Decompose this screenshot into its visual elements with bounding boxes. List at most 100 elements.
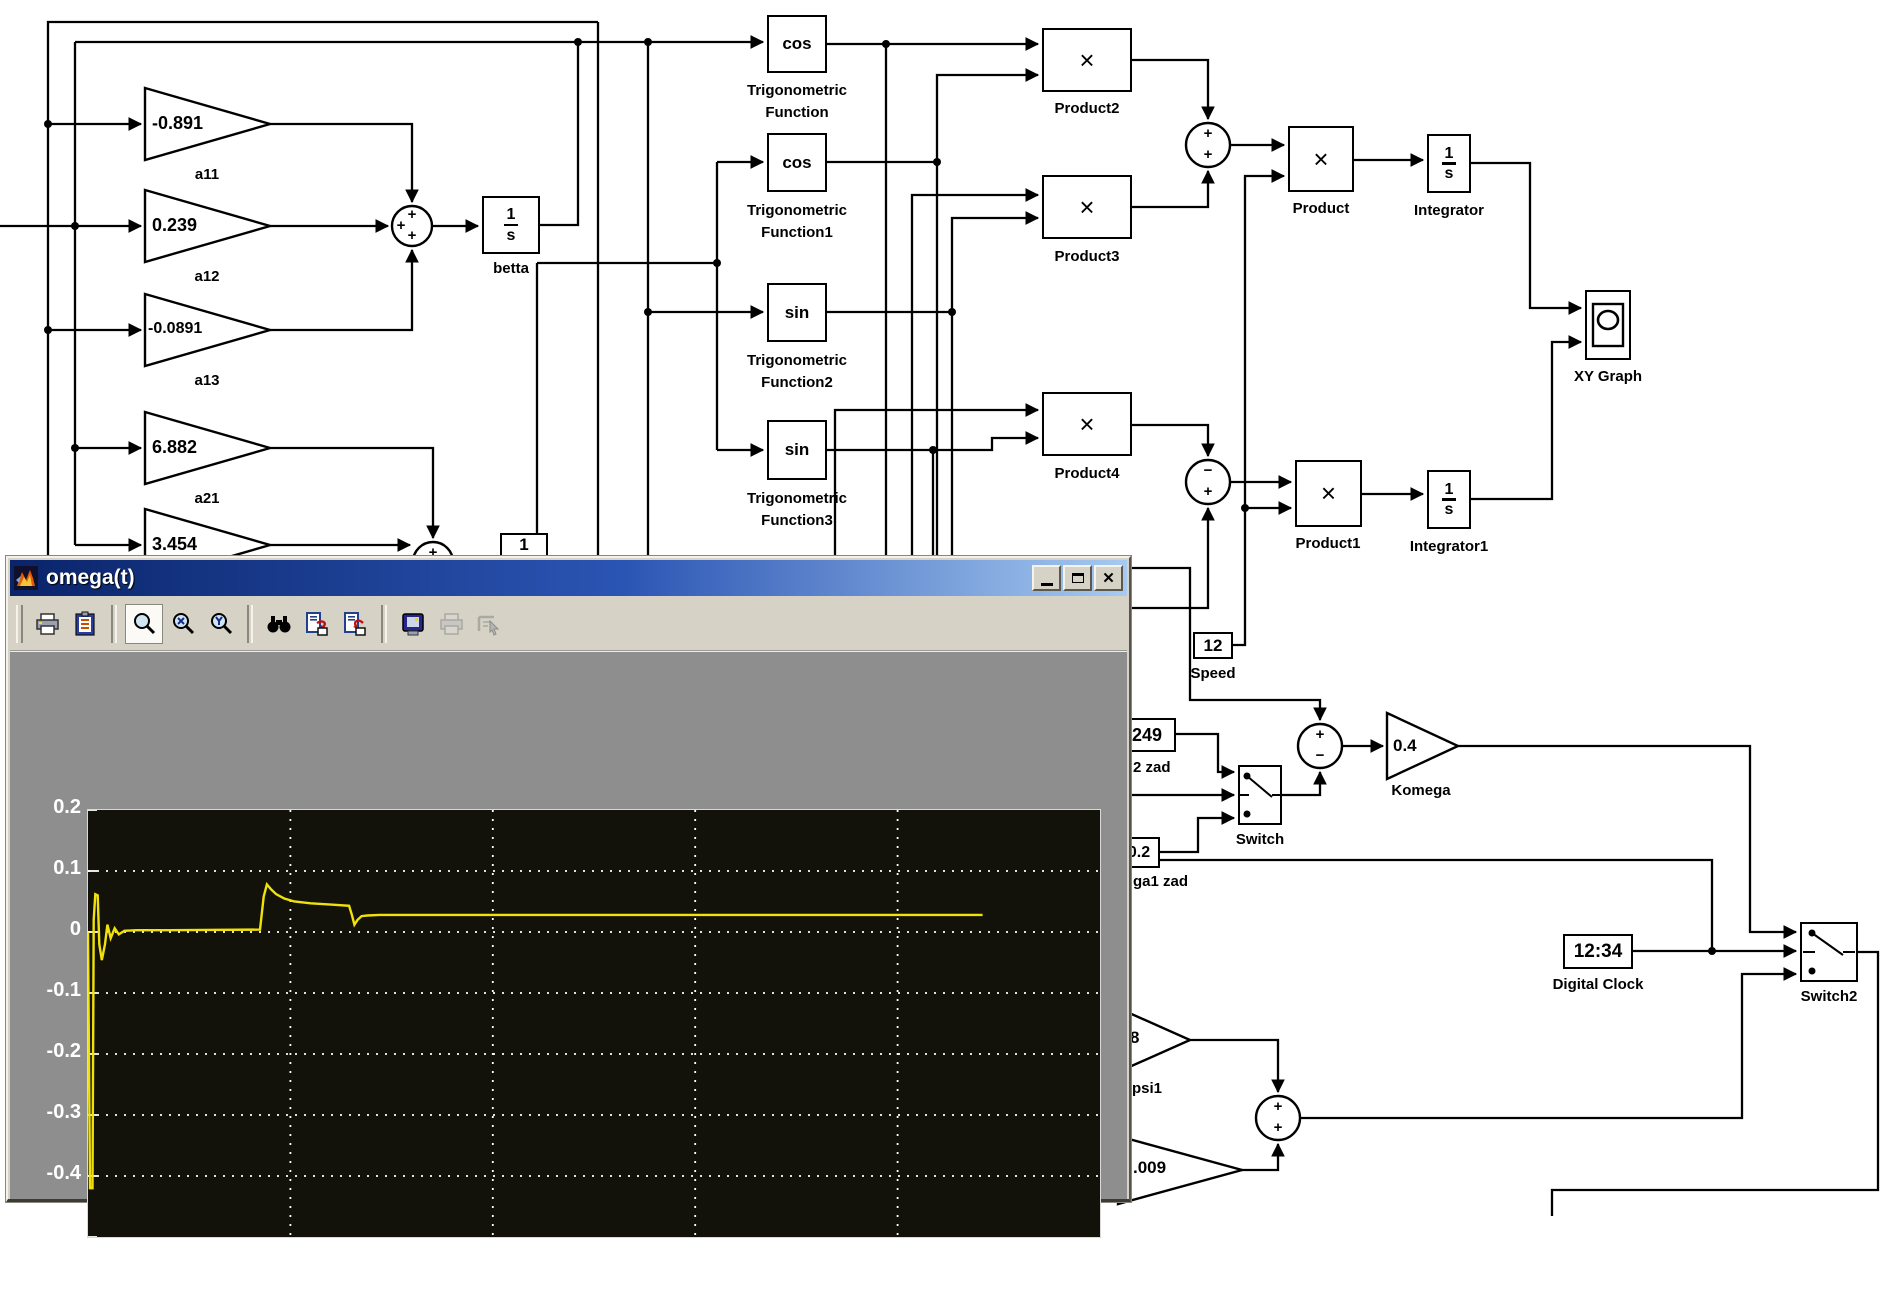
print-disabled-icon [438, 611, 464, 637]
switch2-label: Switch2 [1769, 986, 1889, 1008]
scope-data-icon [400, 611, 426, 637]
scope-titlebar[interactable]: omega(t) ✕ [10, 560, 1127, 596]
trig-function2-label: Trigonometric Function2 [712, 350, 882, 394]
minimize-button[interactable] [1032, 565, 1061, 591]
gain-009-value[interactable]: .009 [1133, 1158, 1166, 1178]
switch-label: Switch [1200, 829, 1320, 851]
print-disabled-button[interactable] [433, 605, 469, 643]
copy-icon [72, 611, 98, 637]
digital-clock-block[interactable]: 12:34 [1563, 934, 1633, 969]
toolbar-separator [247, 605, 253, 643]
omega1-zad-constant-label: ga1 zad [1133, 871, 1223, 893]
float-scope-disabled-button[interactable] [471, 605, 507, 643]
product4-label: Product4 [1027, 463, 1147, 485]
product3-block[interactable]: × [1042, 175, 1132, 239]
save-axes-settings-button[interactable] [299, 605, 335, 643]
speed-constant-label: Speed [1153, 663, 1273, 685]
product-block[interactable]: × [1288, 126, 1354, 192]
gain-a22-value[interactable]: 3.454 [152, 534, 197, 555]
zoom-button[interactable] [125, 604, 163, 644]
gain-a13-value[interactable]: -0.0891 [148, 320, 202, 338]
restore-axes-settings-icon [342, 611, 368, 637]
xy-graph-icon [1591, 302, 1625, 348]
integrator-num: 1 [1445, 146, 1454, 161]
integrator1-label: Integrator1 [1389, 536, 1509, 558]
restore-axes-settings-button[interactable] [337, 605, 373, 643]
minimize-icon [1041, 583, 1053, 586]
sum2-sign-top: + [1201, 127, 1215, 141]
integrator-label: Integrator [1389, 200, 1509, 222]
matlab-app-icon [14, 566, 38, 590]
omega2-zad-constant-label: 2 zad [1133, 757, 1213, 779]
betta-den: s [507, 228, 516, 243]
switch2-block[interactable] [1800, 922, 1858, 982]
integrator1-block[interactable]: 1s [1427, 470, 1471, 529]
scope-toolbar [10, 598, 1127, 652]
x-tick-label: 50 [254, 1240, 324, 1263]
speed-constant-block[interactable]: 12 [1193, 632, 1233, 659]
zoom-y-axis-button[interactable] [203, 605, 239, 643]
gain-a21-label: a21 [147, 488, 267, 510]
switch-block[interactable] [1238, 765, 1282, 825]
product1-label: Product1 [1268, 533, 1388, 555]
scope-data-button[interactable] [395, 605, 431, 643]
trig-function-label: Trigonometric Function [712, 80, 882, 124]
scope-plot-area: 0.20.10-0.1-0.2-0.3-0.4-0.5 050100150200… [10, 652, 1127, 1199]
x-tick-label: 100 [457, 1240, 527, 1263]
x-tick-label: 250 [1064, 1240, 1134, 1263]
product-label: Product [1261, 198, 1381, 220]
sum2-sign-bottom: + [1201, 148, 1215, 162]
x-tick-label: 0 [52, 1240, 122, 1263]
sum4-sign-bottom: − [1313, 749, 1327, 763]
product2-label: Product2 [1027, 98, 1147, 120]
trig-function1-label: Trigonometric Function1 [712, 200, 882, 244]
scope-window[interactable]: omega(t) ✕ [6, 556, 1131, 1202]
integrator-betta-label: betta [451, 258, 571, 280]
gain-a21-value[interactable]: 6.882 [152, 437, 197, 458]
gain-a12-value[interactable]: 0.239 [152, 215, 197, 236]
integrator-betta-block[interactable]: 1s [482, 196, 540, 254]
integrator-block[interactable]: 1s [1427, 134, 1471, 193]
find-button[interactable] [261, 605, 297, 643]
integrator1-num: 1 [1445, 482, 1454, 497]
y-tick-label: 0.2 [18, 796, 81, 819]
save-axes-settings-icon [304, 611, 330, 637]
gain-a11-value[interactable]: -0.891 [152, 113, 203, 134]
gain-a12-label: a12 [147, 266, 267, 288]
trig-function1-block[interactable]: cos [767, 133, 827, 192]
sum5-sign-top: + [1271, 1100, 1285, 1114]
trig-function-block[interactable]: cos [767, 15, 827, 73]
gain-kpsi1-value[interactable]: 8 [1130, 1028, 1139, 1048]
scope-plot[interactable] [87, 809, 1101, 1238]
zoom-x-axis-button[interactable] [165, 605, 201, 643]
x-tick-label: 150 [659, 1240, 729, 1263]
trig-function3-block[interactable]: sin [767, 420, 827, 480]
sum5-sign-bottom: + [1271, 1121, 1285, 1135]
product3-label: Product3 [1027, 246, 1147, 268]
y-tick-label: 0 [18, 918, 81, 941]
toolbar-separator [111, 605, 117, 643]
product2-block[interactable]: × [1042, 28, 1132, 92]
copy-button[interactable] [67, 605, 103, 643]
gain-a13-label: a13 [147, 370, 267, 392]
sum3-sign-top: − [1201, 464, 1215, 478]
product4-block[interactable]: × [1042, 392, 1132, 456]
close-button[interactable]: ✕ [1094, 565, 1123, 591]
time-offset-value: 0 [155, 1268, 166, 1290]
binoculars-icon [266, 611, 292, 637]
zoom-icon [131, 611, 157, 637]
betta-num: 1 [507, 207, 516, 222]
partial-integrator-num: 1 [519, 535, 528, 555]
maximize-button[interactable] [1063, 565, 1092, 591]
maximize-icon [1072, 573, 1084, 583]
scope-status-bar: Time offset:0 [24, 1268, 184, 1291]
toolbar-grip[interactable] [16, 605, 23, 643]
float-scope-disabled-icon [476, 611, 502, 637]
zoom-x-axis-icon [170, 611, 196, 637]
print-button[interactable] [29, 605, 65, 643]
product1-block[interactable]: × [1295, 460, 1362, 527]
gain-komega-value[interactable]: 0.4 [1393, 736, 1417, 756]
trig-function3-label: Trigonometric Function3 [712, 488, 882, 532]
trig-function2-block[interactable]: sin [767, 283, 827, 342]
xy-graph-block[interactable] [1585, 290, 1631, 360]
